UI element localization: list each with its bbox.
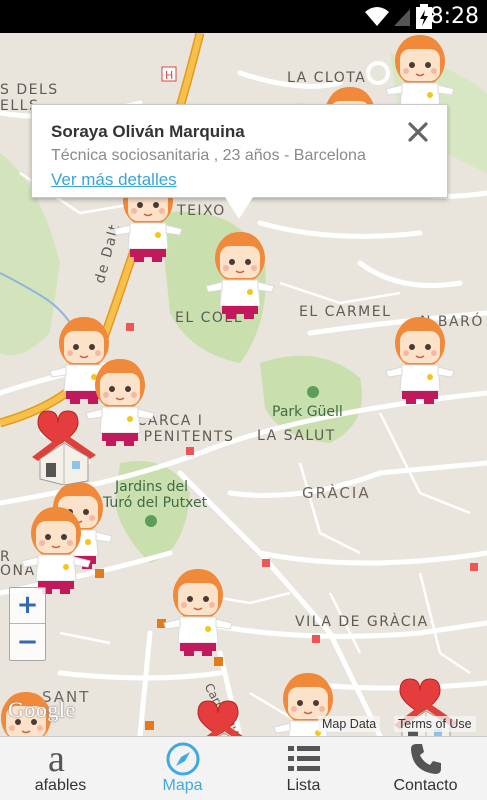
home-marker[interactable]: [188, 691, 260, 736]
map-label: Park Güell: [272, 404, 343, 420]
svg-text:H: H: [165, 69, 173, 82]
status-bar: 8:28: [0, 0, 487, 33]
map-label: EL CARMEL: [299, 304, 392, 320]
caregiver-marker[interactable]: [158, 565, 238, 657]
afables-logo-icon: a: [48, 741, 65, 777]
phone-icon: [410, 744, 441, 774]
map-label: GRÀCIA: [302, 484, 371, 502]
nav-item-lista[interactable]: Lista: [243, 737, 364, 800]
wifi-icon: [365, 7, 389, 26]
close-icon[interactable]: [407, 121, 429, 143]
nav-label: Lista: [286, 777, 321, 794]
zoom-control: + −: [9, 587, 46, 661]
nav-item-afables[interactable]: a afables: [0, 737, 121, 800]
caregiver-marker[interactable]: [200, 228, 280, 320]
caregiver-marker[interactable]: [16, 503, 96, 595]
nav-label: Mapa: [162, 777, 203, 794]
bottom-navigation: a afables Mapa Lista Contacto: [0, 736, 487, 800]
nav-item-contacto[interactable]: Contacto: [365, 737, 486, 800]
nav-label: Contacto: [393, 777, 458, 794]
map-label: Turó del Putxet: [103, 495, 208, 511]
status-time: 8:28: [429, 4, 479, 29]
view-details-link[interactable]: Ver más detalles: [51, 170, 177, 190]
caregiver-name: Soraya Oliván Marquina: [51, 122, 245, 141]
caregiver-marker[interactable]: [380, 313, 460, 405]
compass-icon: [166, 742, 199, 776]
zoom-in-button[interactable]: +: [10, 588, 45, 624]
map-label: VILA DE GRÀCIA: [295, 614, 429, 630]
map-label: Jardins del: [115, 479, 189, 495]
map-view[interactable]: H S DELS ELLS LA CLOTA A TEIXO de Dalt E…: [0, 33, 487, 736]
nav-label: afables: [34, 777, 87, 794]
map-label: S DELS: [0, 82, 59, 98]
map-label: LA SALUT: [257, 428, 336, 444]
caregiver-description: Técnica sociosanitaria , 23 años - Barce…: [51, 147, 366, 164]
home-marker[interactable]: [28, 401, 100, 485]
terms-of-use-link[interactable]: Terms of Use: [394, 716, 476, 732]
zoom-out-button[interactable]: −: [10, 625, 45, 661]
svg-text:a: a: [48, 741, 65, 777]
signal-icon: [394, 9, 410, 26]
google-logo: Google: [8, 697, 76, 722]
list-icon: [287, 746, 320, 771]
nav-item-mapa[interactable]: Mapa: [122, 737, 243, 800]
marker-info-window[interactable]: Soraya Oliván Marquina Técnica sociosani…: [31, 104, 448, 219]
map-data-link[interactable]: Map Data: [318, 716, 381, 732]
